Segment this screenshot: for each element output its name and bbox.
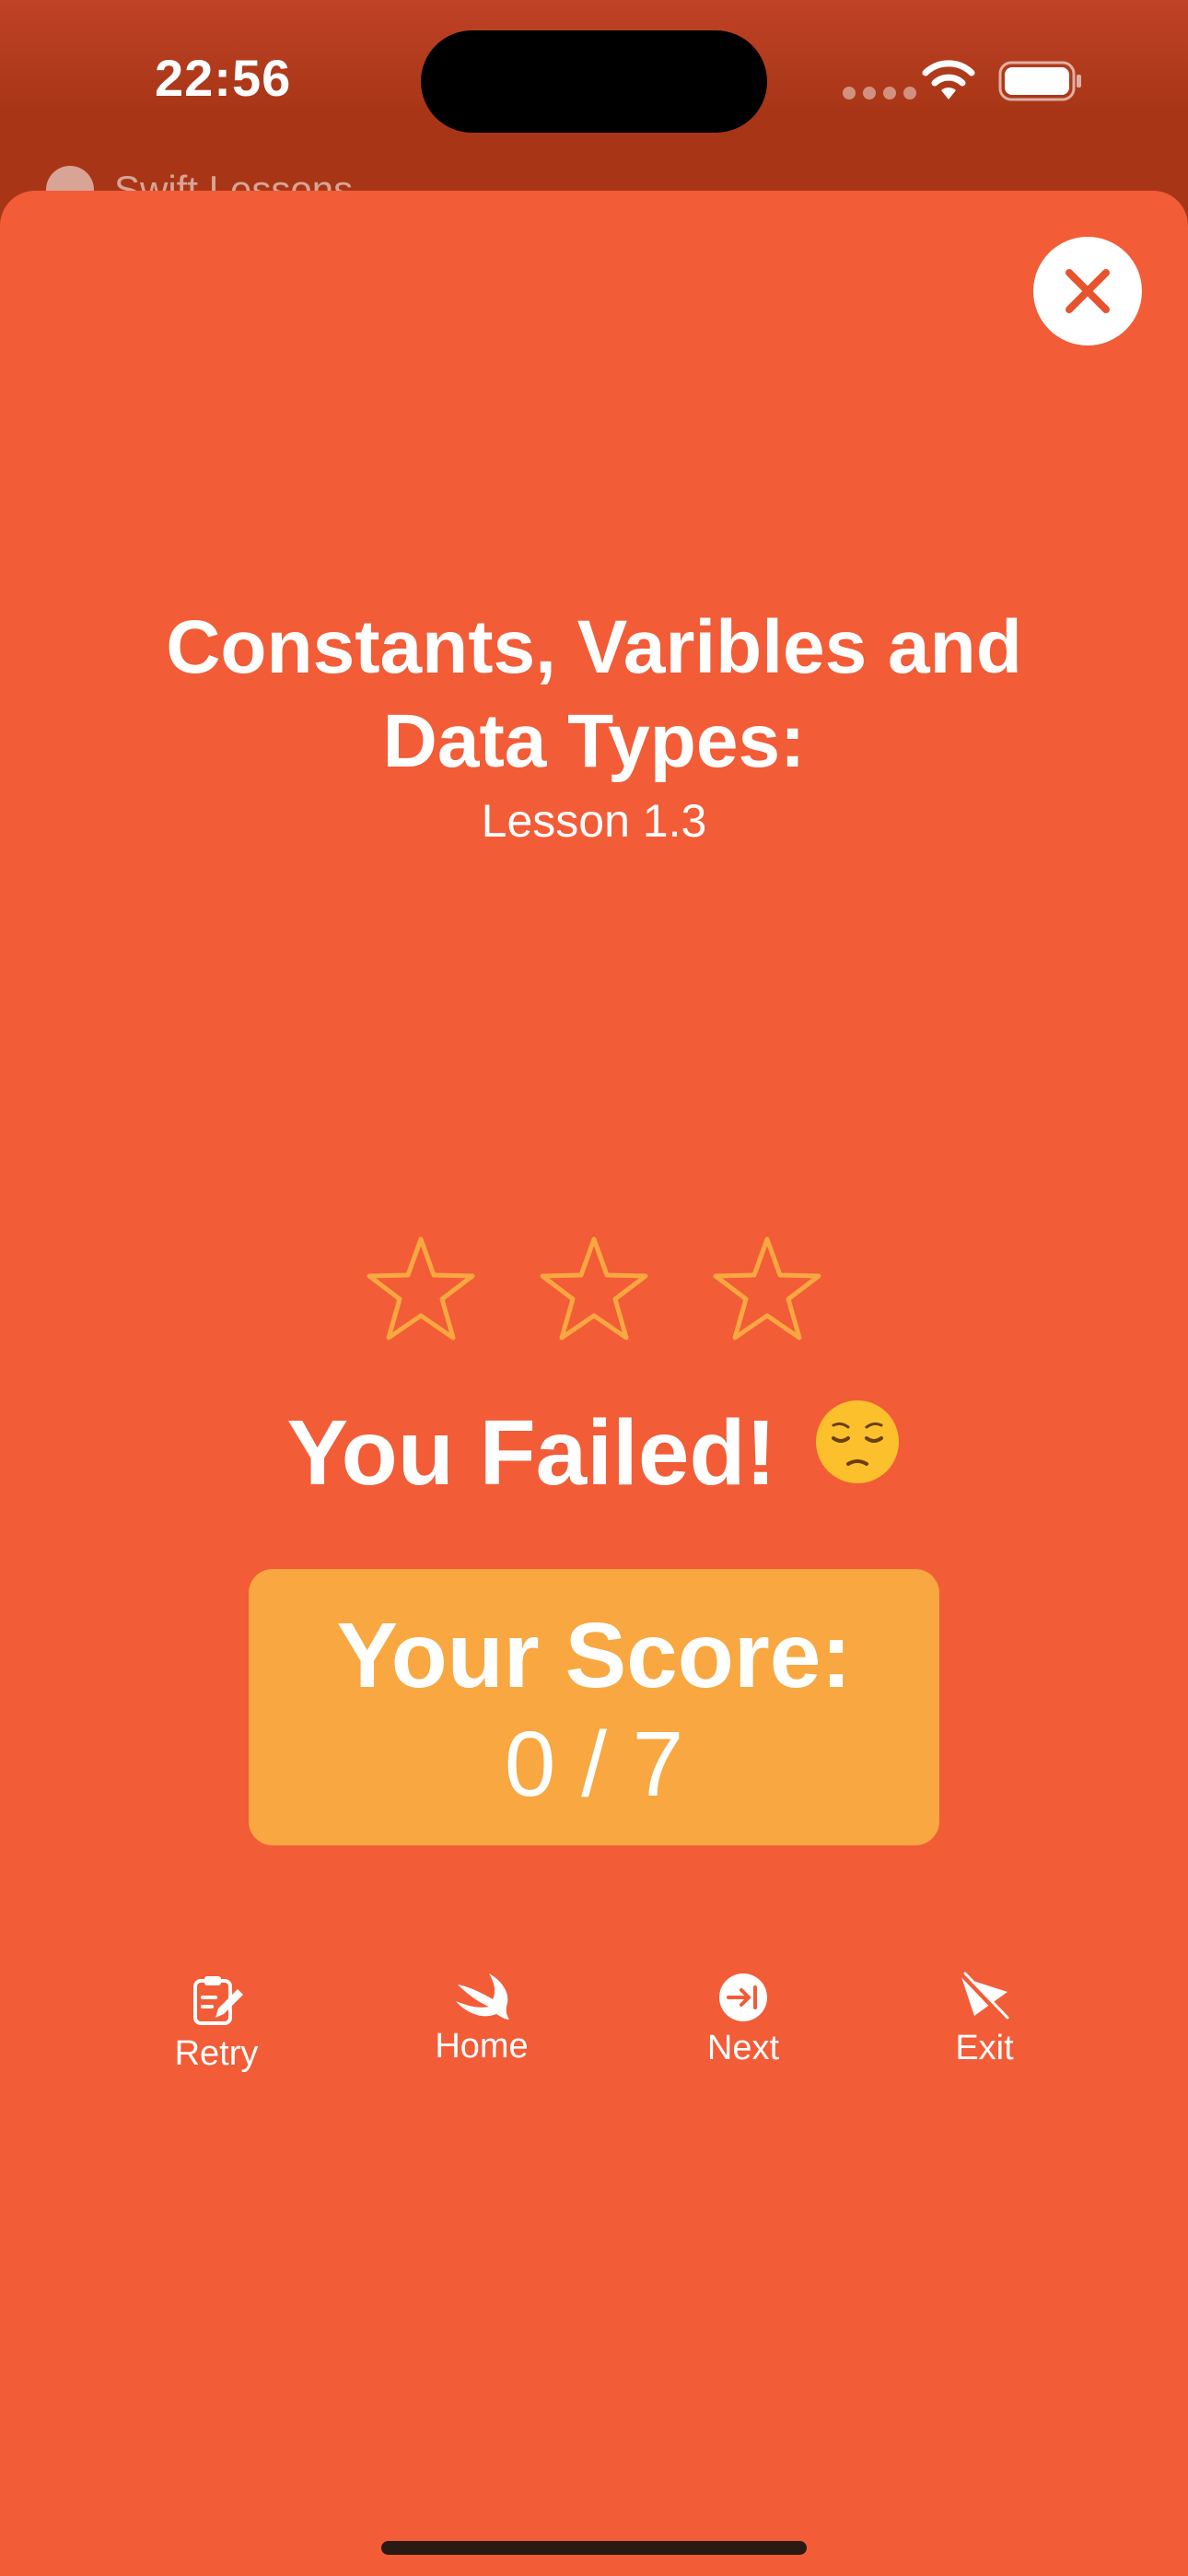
paperplane-slash-icon xyxy=(961,1972,1009,2022)
dynamic-island xyxy=(421,30,767,133)
pensive-face-icon xyxy=(813,1398,902,1508)
exit-label: Exit xyxy=(955,2029,1014,2067)
clipboard-pencil-icon xyxy=(193,1976,243,2025)
score-card: Your Score: 0 / 7 xyxy=(249,1569,939,1845)
wifi-icon xyxy=(921,59,976,106)
star-icon xyxy=(710,1235,824,1343)
star-rating xyxy=(364,1235,824,1343)
next-label: Next xyxy=(706,2029,780,2067)
status-time: 22:56 xyxy=(155,49,292,107)
close-button[interactable] xyxy=(1033,237,1142,345)
action-bar: Retry Home Next Exit xyxy=(0,1962,1188,2082)
retry-label: Retry xyxy=(174,2034,259,2073)
star-icon xyxy=(537,1235,651,1343)
home-button[interactable]: Home xyxy=(414,1972,549,2067)
lesson-subtitle: Lesson 1.3 xyxy=(481,795,707,847)
result-message: You Failed! xyxy=(87,1398,1101,1516)
star-icon xyxy=(364,1235,478,1343)
home-indicator[interactable] xyxy=(381,2541,807,2555)
exit-button[interactable]: Exit xyxy=(925,1972,1044,2068)
close-icon xyxy=(1066,269,1110,313)
swift-bird-icon xyxy=(456,1973,509,2020)
cellular-signal-icon xyxy=(843,87,916,100)
next-button[interactable]: Next xyxy=(681,1972,805,2068)
score-value: 0 / 7 xyxy=(504,1713,684,1816)
score-label: Your Score: xyxy=(336,1604,852,1707)
arrow-right-to-line-circle-icon xyxy=(719,1973,767,2021)
home-label: Home xyxy=(435,2027,529,2066)
battery-icon xyxy=(998,61,1083,106)
results-sheet xyxy=(0,191,1188,2576)
lesson-title: Constants, Varibles and Data Types: xyxy=(166,605,1022,783)
retry-button[interactable]: Retry xyxy=(155,1972,278,2074)
result-label: You Failed! xyxy=(286,1401,776,1505)
